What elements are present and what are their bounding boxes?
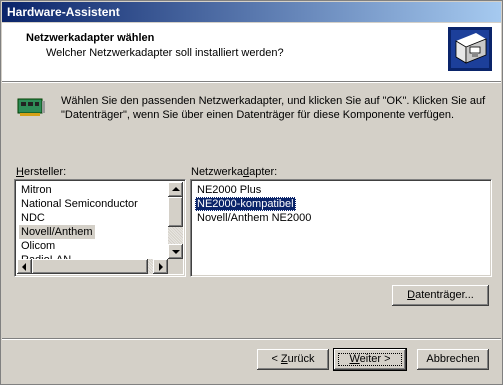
manufacturer-item-novell-anthem[interactable]: Novell/Anthem <box>19 225 95 239</box>
scroll-down-button[interactable] <box>168 244 183 259</box>
adapter-list[interactable]: NE2000 Plus NE2000-kompatibel Novell/Ant… <box>190 179 492 277</box>
adapter-item-ne2000-compatible[interactable]: NE2000-kompatibel <box>195 197 296 211</box>
arrow-down-icon <box>172 250 180 254</box>
focus-rect <box>338 353 402 366</box>
scroll-up-button[interactable] <box>168 182 183 197</box>
arrow-up-icon <box>172 187 180 191</box>
vertical-scroll-thumb[interactable] <box>168 197 183 227</box>
manufacturer-label: Hersteller: <box>16 166 67 178</box>
next-button[interactable]: Weiter > <box>333 348 407 371</box>
manufacturer-list[interactable]: Mitron National Semiconductor NDC Novell… <box>14 179 186 277</box>
footer-separator <box>2 338 501 340</box>
page-title: Netzwerkadapter wählen <box>26 32 155 44</box>
arrow-right-icon <box>159 263 163 271</box>
wizard-header: Netzwerkadapter wählen Welcher Netzwerka… <box>2 23 501 81</box>
adapter-item-novell-anthem-ne2000[interactable]: Novell/Anthem NE2000 <box>195 211 313 225</box>
scrollbar-corner <box>168 259 183 274</box>
have-disk-button[interactable]: Datenträger... <box>392 285 489 306</box>
scroll-left-button[interactable] <box>17 259 32 274</box>
manufacturer-item-olicom[interactable]: Olicom <box>19 239 57 253</box>
network-wizard-icon <box>448 27 492 71</box>
adapter-label: Netzwerkadapter: <box>191 166 278 178</box>
adapter-item-ne2000-plus[interactable]: NE2000 Plus <box>195 183 263 197</box>
title-bar[interactable]: Hardware-Assistent <box>2 2 501 22</box>
wizard-window: Hardware-Assistent Netzwerkadapter wähle… <box>0 0 503 385</box>
instruction-text: Wählen Sie den passenden Netzwerkadapter… <box>61 95 486 121</box>
header-separator <box>2 81 501 83</box>
cancel-button[interactable]: Abbrechen <box>417 349 489 370</box>
scroll-right-button[interactable] <box>153 259 168 274</box>
arrow-left-icon <box>22 263 26 271</box>
network-card-icon <box>17 98 45 116</box>
horizontal-scroll-thumb[interactable] <box>32 259 148 274</box>
window-title: Hardware-Assistent <box>7 5 120 19</box>
manufacturer-item-mitron[interactable]: Mitron <box>19 183 54 197</box>
back-button[interactable]: < Zurück <box>257 349 329 370</box>
manufacturer-item-national-semiconductor[interactable]: National Semiconductor <box>19 197 140 211</box>
manufacturer-item-ndc[interactable]: NDC <box>19 211 47 225</box>
page-subtitle: Welcher Netzwerkadapter soll installiert… <box>46 47 284 59</box>
